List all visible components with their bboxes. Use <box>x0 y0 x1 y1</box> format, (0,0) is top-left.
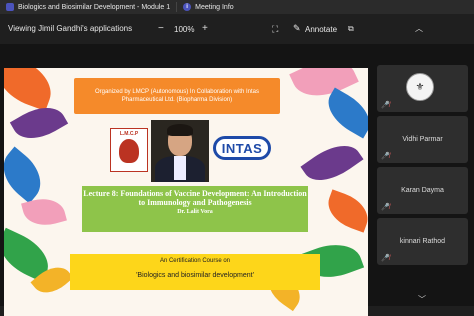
tab-title: Biologics and Biosimilar Development - M… <box>18 3 171 11</box>
speaker-photo <box>151 120 209 182</box>
popout-icon[interactable]: ⧉ <box>348 24 354 34</box>
participant-tile[interactable]: ⚜ 🎤̸ <box>377 65 468 112</box>
info-icon: i <box>183 3 192 11</box>
teams-icon <box>6 3 14 11</box>
course-banner: An Certification Course on 'Biologics an… <box>70 254 320 290</box>
sharing-toolbar: Viewing Jimil Gandhi's applications − 10… <box>0 14 474 44</box>
course-name: 'Biologics and biosimilar development' <box>136 272 254 279</box>
fit-screen-icon[interactable]: ⛶ <box>272 24 278 34</box>
participant-name: Vidhi Parmar <box>402 136 443 143</box>
leaf-decoration <box>4 68 60 112</box>
zoom-out-button[interactable]: − <box>158 24 164 34</box>
zoom-level: 100% <box>174 25 195 34</box>
institution-emblem-icon: ⚜ <box>406 73 434 101</box>
leaf-decoration <box>300 134 364 192</box>
pen-icon[interactable]: ✎ <box>293 23 301 34</box>
leaf-decoration <box>319 87 368 139</box>
title-bar: Biologics and Biosimilar Development - M… <box>0 0 474 14</box>
participant-tile[interactable]: Vidhi Parmar 🎤̸ <box>377 116 468 163</box>
tab-meeting[interactable]: Biologics and Biosimilar Development - M… <box>0 0 176 14</box>
mic-muted-icon: 🎤̸ <box>381 204 390 211</box>
zoom-in-button[interactable]: + <box>202 24 208 34</box>
tab-meeting-info[interactable]: i Meeting Info <box>177 0 240 14</box>
meeting-info-label: Meeting Info <box>195 3 234 11</box>
lmcp-logo: L.M.C.P <box>110 128 148 172</box>
presentation-slide: Organized by LMCP (Autonomous) In Collab… <box>4 68 368 316</box>
mic-muted-icon: 🎤̸ <box>381 153 390 160</box>
lecture-banner: Lecture 8: Foundations of Vaccine Develo… <box>82 186 308 232</box>
organizer-banner: Organized by LMCP (Autonomous) In Collab… <box>74 78 280 114</box>
mic-muted-icon: 🎤̸ <box>381 255 390 262</box>
viewing-label: Viewing Jimil Gandhi's applications <box>8 24 133 33</box>
participant-name: Karan Dayma <box>401 187 444 194</box>
intas-logo: INTAS <box>213 136 271 160</box>
mic-muted-icon: 🎤̸ <box>381 102 390 109</box>
lecture-author: Dr. Lalit Vora <box>177 209 213 215</box>
participant-tile[interactable]: Karan Dayma 🎤̸ <box>377 167 468 214</box>
chevron-down-icon[interactable]: ﹀ <box>418 294 426 305</box>
lecture-title: Lecture 8: Foundations of Vaccine Develo… <box>83 189 307 207</box>
leaf-decoration <box>4 146 52 204</box>
leaf-decoration <box>322 189 368 233</box>
annotate-button[interactable]: Annotate <box>305 25 337 34</box>
lmcp-logo-text: L.M.C.P <box>119 131 139 137</box>
certification-text: An Certification Course on <box>159 258 231 264</box>
chevron-up-icon[interactable]: ︿ <box>415 24 423 34</box>
participant-tile[interactable]: kinnari Rathod 🎤̸ <box>377 218 468 265</box>
lmcp-crest-icon <box>119 139 139 163</box>
participant-name: kinnari Rathod <box>399 238 446 245</box>
